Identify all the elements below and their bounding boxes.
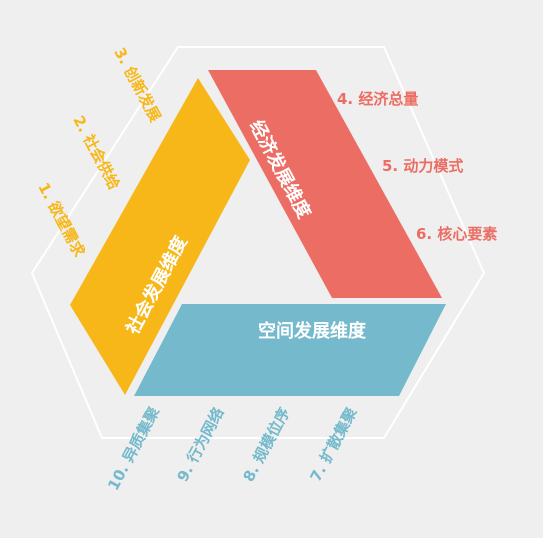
spatial-item: 10. 异质集聚: [104, 403, 163, 493]
spatial-item: 7. 扩散集聚: [307, 404, 362, 485]
spatial-item: 8. 规模位序: [240, 405, 294, 485]
social-item: 1. 欲望需求: [34, 180, 89, 261]
economic-item: 4. 经济总量: [337, 90, 418, 108]
economic-item: 5. 动力模式: [382, 157, 463, 175]
diagram-canvas: 社会发展维度 经济发展维度 空间发展维度 1. 欲望需求 2. 社会供给 3. …: [0, 0, 543, 538]
economic-item: 6. 核心要素: [416, 225, 497, 243]
spatial-dimension-band: [134, 304, 446, 396]
spatial-dimension-label: 空间发展维度: [258, 320, 367, 342]
social-item: 3. 创新发展: [110, 45, 164, 125]
spatial-item: 9. 行为网络: [174, 405, 228, 485]
triangle-diagram: 社会发展维度 经济发展维度 空间发展维度 1. 欲望需求 2. 社会供给 3. …: [30, 45, 497, 493]
social-item: 2. 社会供给: [69, 113, 123, 193]
